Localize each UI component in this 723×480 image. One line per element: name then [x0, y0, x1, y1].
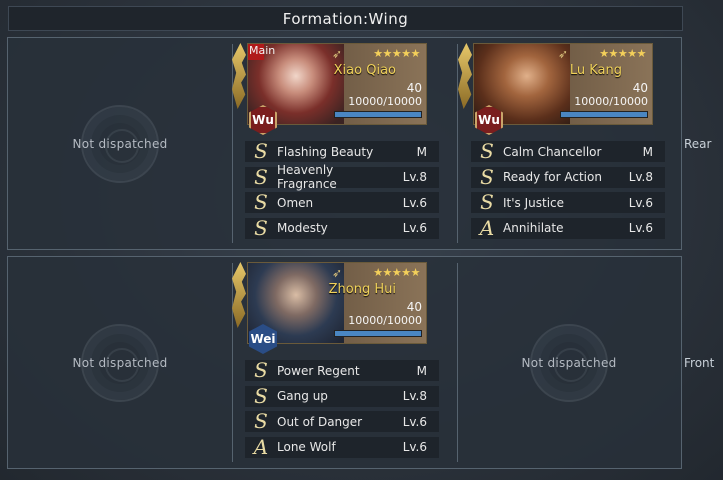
skill-name: Annihilate [503, 221, 564, 235]
troop-bar-fill [335, 331, 421, 336]
hero-name: Lu Kang [569, 63, 622, 78]
gold-wing-icon [232, 43, 246, 109]
main-label: Main [249, 44, 276, 57]
skill-level: Lv.8 [628, 170, 653, 184]
skill-row[interactable]: S Modesty Lv.6 [245, 215, 439, 240]
skill-grade: S [254, 358, 268, 382]
skill-name: Modesty [277, 221, 328, 235]
hero-level: 40 [406, 300, 422, 314]
star-rating: ★★★★★ [373, 266, 420, 279]
skill-level: Lv.8 [402, 389, 427, 403]
skill-name: Lone Wolf [277, 440, 336, 454]
skill-row[interactable]: S Heavenly Fragrance Lv.8 [245, 163, 439, 191]
hero-level: 40 [406, 81, 422, 95]
skill-row[interactable]: A Lone Wolf Lv.6 [245, 434, 439, 459]
gold-wing-icon [458, 43, 472, 109]
skill-list: S Flashing Beauty M S Heavenly Fragrance Lv.… [245, 141, 439, 243]
feather-icon: ➶ [557, 47, 568, 61]
hero-troops: 10000/10000 [348, 95, 422, 108]
hero-name: Xiao Qiao [333, 63, 396, 78]
troop-bar [560, 111, 648, 118]
skill-level: M [642, 144, 653, 159]
rear-label: Rear [684, 137, 712, 151]
rear-slot-1[interactable]: Not dispatched [8, 38, 232, 249]
skill-grade: S [480, 139, 494, 163]
troop-bar [334, 330, 422, 337]
hero-troops: 10000/10000 [574, 95, 648, 108]
skill-level: Lv.6 [402, 414, 427, 429]
skill-level: Lv.6 [628, 195, 653, 210]
general-slot-zhong-hui[interactable]: ➶ ★★★★★ Zhong Hui 40 10000/10000 Wei S Po… [232, 262, 439, 458]
skill-name: Calm Chancellor [503, 144, 602, 159]
skill-level: Lv.8 [402, 170, 427, 184]
skill-name: Ready for Action [503, 170, 602, 184]
front-label: Front [684, 356, 715, 370]
skill-grade: S [254, 164, 268, 189]
skill-grade: S [254, 215, 268, 240]
skill-level: Lv.6 [402, 221, 427, 235]
front-row: Not dispatched ➶ ★★★★★ Zhong Hui 40 1000… [7, 256, 682, 469]
skill-level: M [416, 363, 427, 378]
troop-bar-fill [335, 112, 421, 117]
troop-bar [334, 111, 422, 118]
star-rating: ★★★★★ [373, 47, 420, 60]
gold-wing-icon [232, 262, 246, 328]
hero-name: Zhong Hui [328, 282, 396, 297]
skill-grade: S [254, 190, 268, 214]
skill-grade: S [254, 409, 268, 433]
skill-level: Lv.6 [402, 195, 427, 210]
skill-row[interactable]: S Out of Danger Lv.6 [245, 411, 439, 432]
general-slot-xiao-qiao[interactable]: ➶ ★★★★★ Xiao Qiao 40 10000/10000 Main Wu… [232, 43, 439, 239]
not-dispatched-label: Not dispatched [72, 136, 168, 151]
hero-troops: 10000/10000 [348, 314, 422, 327]
skill-row[interactable]: S Ready for Action Lv.8 [471, 164, 665, 189]
skill-list: S Calm Chancellor M S Ready for Action Lv.8 … [471, 141, 665, 243]
skill-grade: S [254, 139, 268, 163]
skill-name: Flashing Beauty [277, 144, 374, 159]
not-dispatched-label: Not dispatched [72, 355, 168, 370]
skill-row[interactable]: A Annihilate Lv.6 [471, 215, 665, 240]
front-slot-3[interactable]: Not dispatched [457, 257, 681, 468]
skill-level: M [416, 144, 427, 159]
front-slot-1[interactable]: Not dispatched [8, 257, 232, 468]
skill-grade: A [253, 434, 269, 459]
skill-list: S Power Regent M S Gang up Lv.8 S Out of Dang… [245, 360, 439, 462]
skill-level: Lv.6 [628, 221, 653, 235]
star-rating: ★★★★★ [599, 47, 646, 60]
feather-icon: ➶ [331, 47, 342, 61]
skill-name: Omen [277, 195, 314, 210]
skill-grade: S [480, 190, 494, 214]
general-slot-lu-kang[interactable]: ➶ ★★★★★ Lu Kang 40 10000/10000 Wu S Calm … [458, 43, 665, 239]
skill-row[interactable]: S Omen Lv.6 [245, 192, 439, 213]
skill-row[interactable]: S It's Justice Lv.6 [471, 192, 665, 213]
skill-name: Heavenly Fragrance [277, 163, 337, 191]
skill-grade: S [480, 164, 494, 189]
hero-level: 40 [632, 81, 648, 95]
feather-icon: ➶ [331, 266, 342, 280]
skill-level: Lv.6 [402, 440, 427, 454]
skill-grade: S [254, 383, 268, 408]
not-dispatched-label: Not dispatched [521, 355, 617, 370]
rear-row: Not dispatched ➶ ★★★★★ Xiao Qiao 40 1000… [7, 37, 682, 250]
skill-row[interactable]: S Flashing Beauty M [245, 141, 439, 162]
skill-row[interactable]: S Gang up Lv.8 [245, 383, 439, 408]
skill-name: It's Justice [503, 195, 565, 210]
skill-name: Power Regent [277, 363, 360, 378]
formation-title: Formation:Wing [8, 6, 683, 31]
skill-grade: A [479, 215, 495, 240]
troop-bar-fill [561, 112, 647, 117]
skill-row[interactable]: S Power Regent M [245, 360, 439, 381]
skill-name: Out of Danger [277, 414, 363, 429]
skill-row[interactable]: S Calm Chancellor M [471, 141, 665, 162]
skill-name: Gang up [277, 389, 328, 403]
